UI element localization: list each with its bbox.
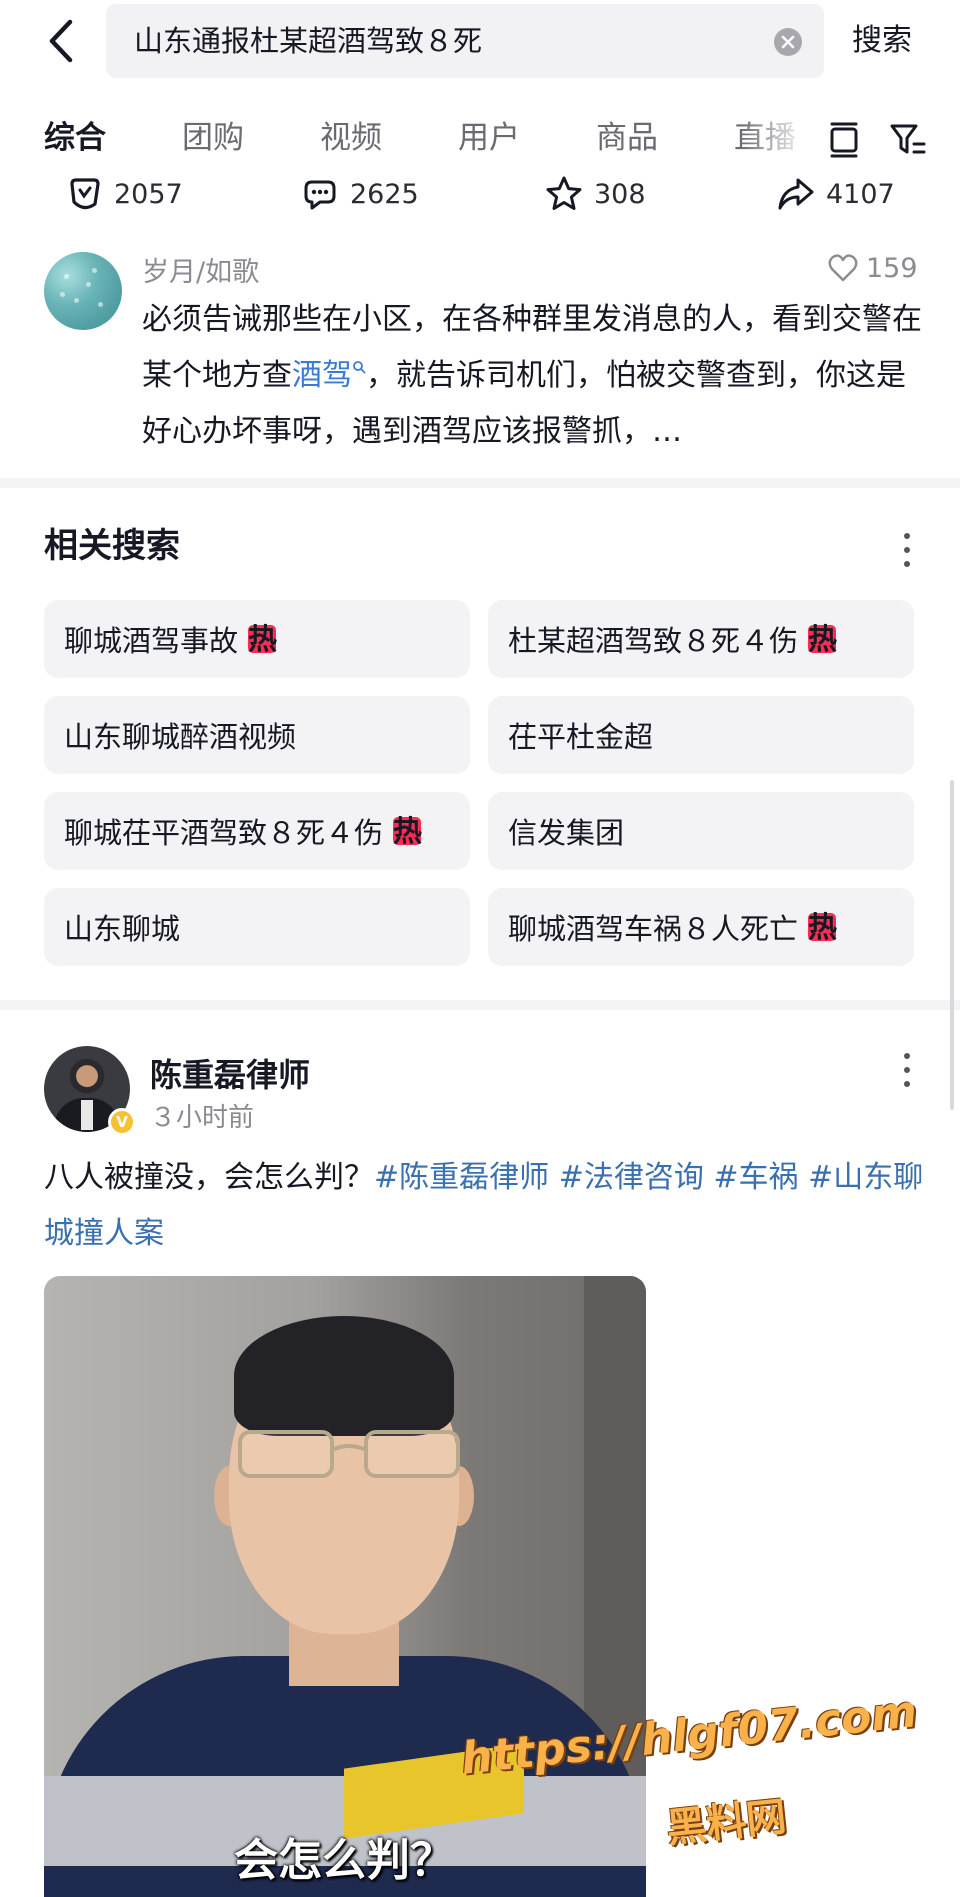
related-search-text: 聊城酒驾事故 [64,624,239,658]
share-arrow-icon [778,178,814,210]
related-search-item[interactable]: 信发集团 [488,792,914,870]
back-button[interactable] [38,18,84,64]
hot-badge: 热 [808,622,838,656]
comment-count: 2057 [114,178,183,210]
tab-group-buy[interactable]: 团购 [182,108,244,168]
hashtag-link[interactable]: #陈重磊律师 [374,1160,549,1195]
video-thumbnail[interactable]: 会怎么判？ [44,1276,646,1897]
comment-like-count: 159 [866,252,918,284]
filter-icon[interactable] [888,120,928,160]
comment-icon [70,178,100,210]
clear-search-button[interactable] [774,28,802,56]
post-text: 八人被撞没，会怎么判？#陈重磊律师 #法律咨询 #车祸 #山东聊城撞人案 [44,1150,924,1262]
post-more-icon[interactable] [902,1053,912,1087]
layout-toggle-icon[interactable] [824,120,864,160]
related-search-text: 聊城酒驾车祸８人死亡 [508,912,799,946]
search-header: 山东通报杜某超酒驾致８死 搜索 [0,0,960,86]
section-divider [0,1000,960,1010]
comment-stat[interactable]: 2057 [64,168,183,220]
tabs-fade-overlay [740,108,820,168]
favorite-count: 308 [594,178,646,210]
related-search-text: 聊城茌平酒驾致８死４伤 [64,816,384,850]
related-search-item[interactable]: 山东聊城醉酒视频 [44,696,470,774]
related-search-item[interactable]: 茌平杜金超 [488,696,914,774]
chat-bubble-icon [304,180,336,210]
close-icon [781,35,795,49]
related-search-item[interactable]: 山东聊城 [44,888,470,966]
share-stat[interactable]: 4107 [776,168,895,220]
tab-comprehensive[interactable]: 综合 [44,108,106,168]
search-input[interactable]: 山东通报杜某超酒驾致８死 [106,4,824,78]
related-search-text: 山东聊城醉酒视频 [64,720,297,754]
related-search-text: 杜某超酒驾致８死４伤 [508,624,799,658]
search-query-text: 山东通报杜某超酒驾致８死 [134,24,483,58]
search-icon [353,361,366,374]
hot-badge: 热 [393,814,423,848]
category-tabs: 综合 团购 视频 用户 商品 直播 [0,108,960,168]
chevron-left-icon [49,19,73,63]
related-more-icon[interactable] [902,533,912,567]
video-caption: 会怎么判？ [234,1835,454,1886]
video-person-hair [234,1316,454,1436]
hashtag-link[interactable]: #车祸 [713,1160,798,1195]
tab-video[interactable]: 视频 [320,108,382,168]
related-searches-title: 相关搜索 [44,526,180,566]
related-search-item[interactable]: 聊城酒驾车祸８人死亡热 [488,888,914,966]
comment-like-button[interactable]: 159 [828,250,918,286]
related-search-text: 山东聊城 [64,912,181,946]
post-stats-row: 2057 2625 308 4107 [0,168,960,220]
heart-icon [828,254,858,282]
related-search-text: 茌平杜金超 [508,720,654,754]
watermark-site-name: 黑料网 [664,1793,789,1853]
hot-badge: 热 [808,910,838,944]
post-timestamp: ３小时前 [150,1103,255,1133]
post-author-name[interactable]: 陈重磊律师 [150,1050,310,1096]
tab-users[interactable]: 用户 [458,108,520,168]
scrollbar-thumb[interactable] [950,780,954,1110]
hot-badge: 热 [248,622,278,656]
comment-search-keyword[interactable]: 酒驾 [292,358,352,393]
comment-author-name[interactable]: 岁月/如歌 [142,250,259,289]
verified-badge: V [108,1108,136,1136]
top-comment[interactable]: 岁月/如歌 159 必须告诫那些在小区，在各种群里发消息的人，看到交警在某个地方… [0,240,960,465]
related-search-item[interactable]: 杜某超酒驾致８死４伤热 [488,600,914,678]
share-count: 4107 [826,178,895,210]
search-button[interactable]: 搜索 [852,0,912,82]
comment-author-avatar[interactable] [44,252,122,330]
related-search-item[interactable]: 聊城茌平酒驾致８死４伤热 [44,792,470,870]
section-divider [0,478,960,488]
glasses-icon [238,1430,460,1478]
comment-text: 必须告诫那些在小区，在各种群里发消息的人，看到交警在某个地方查酒驾 ，就告诉司机们… [142,292,922,460]
tab-products[interactable]: 商品 [596,108,658,168]
star-icon [546,176,582,210]
hashtag-link[interactable]: #法律咨询 [559,1160,704,1195]
chat-count: 2625 [350,178,419,210]
related-search-text: 信发集团 [508,816,625,850]
related-search-item[interactable]: 聊城酒驾事故热 [44,600,470,678]
favorite-stat[interactable]: 308 [544,168,646,220]
post-text-body: 八人被撞没，会怎么判？ [44,1160,374,1195]
chat-stat[interactable]: 2625 [300,168,419,220]
